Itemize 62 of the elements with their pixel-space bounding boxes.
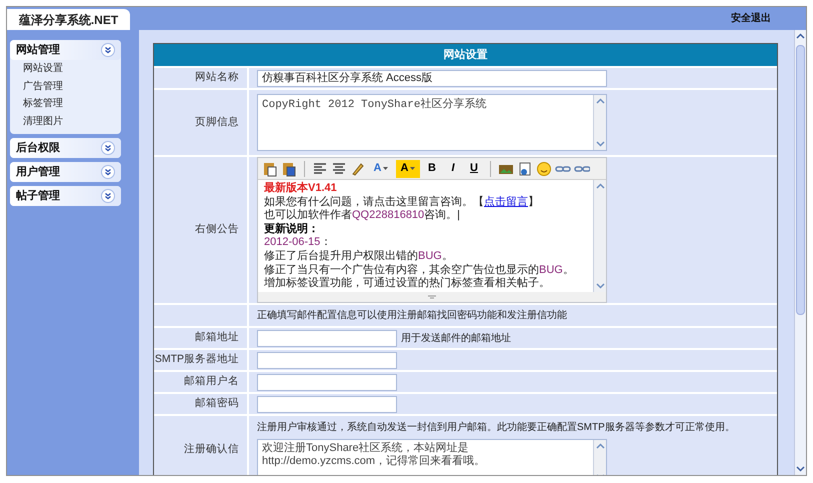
scrollbar[interactable] <box>593 95 606 150</box>
scroll-up-icon[interactable] <box>596 182 604 191</box>
rich-text-editor[interactable]: A A B I U 最新版本V1.41 如果您有什么问题，请点击这里留言咨询。【点击留言】 也可以加软件作者QQ228816810咨询。| 更新说明： 2012-06-15： 修正了后台提升用户权限出错的BUG。 修正了当只有一个广告位有内容，其余空广告位也显示的BUG。 增加标签设置功能，可通过设置的热门标签查看相关帖子。 <box>257 157 607 303</box>
editor-text-line: 增加标签设置功能，可通过设置的热门标签查看相关帖子。 <box>264 277 551 291</box>
scroll-up-icon[interactable] <box>596 442 604 451</box>
field-label: 邮箱地址 <box>195 330 239 346</box>
align-icon[interactable] <box>312 160 328 176</box>
field-label: 邮箱密码 <box>195 396 239 412</box>
logout-link[interactable]: 安全退出 <box>731 11 771 26</box>
caret-icon[interactable] <box>410 167 416 170</box>
field-label: 页脚信息 <box>195 114 239 130</box>
leave-message-link[interactable]: 点击留言 <box>484 196 528 208</box>
form-title: 网站设置 <box>154 44 777 66</box>
sidebar-item[interactable]: 网站设置 <box>10 60 121 78</box>
field-label: 邮箱用户名 <box>184 374 239 390</box>
field-label: 注册确认信 <box>184 442 239 458</box>
align-icon[interactable] <box>331 160 347 176</box>
scroll-thumb[interactable] <box>796 45 805 315</box>
smiley-icon[interactable] <box>536 160 552 176</box>
bold-button[interactable]: B <box>423 160 441 178</box>
sidebar-item[interactable]: 清理图片 <box>10 112 121 130</box>
document-icon[interactable] <box>517 160 533 176</box>
editor-text-line: 更新说明： <box>264 222 320 236</box>
note-text: 正确填写邮件配置信息可以使用注册邮箱找回密码功能和发注册信功能 <box>257 308 567 323</box>
sidebar-item[interactable]: 标签管理 <box>10 95 121 112</box>
editor-text-line: 最新版本V1.41 <box>264 182 338 196</box>
editor-text-line: 修正了当只有一个广告位有内容，其余空广告位也显示的BUG。 <box>264 264 575 276</box>
expand-icon[interactable] <box>101 165 115 179</box>
expand-icon[interactable] <box>101 43 115 57</box>
text-area[interactable]: CopyRight 2012 TonyShare社区分享系统 <box>257 94 607 151</box>
paste-icon[interactable] <box>281 160 297 176</box>
text-area[interactable]: 欢迎注册TonyShare社区系统，本站网址是http://demo.yzcms.com，记得常回来看看哦。 <box>257 439 607 475</box>
background-color-button[interactable]: A <box>396 160 420 178</box>
caret-icon[interactable] <box>383 167 388 170</box>
text-field[interactable] <box>257 396 397 412</box>
font-color-button[interactable]: A <box>369 160 393 178</box>
editor-text-line: 2012-06-15： <box>264 236 332 250</box>
text-field[interactable] <box>257 330 397 346</box>
note-text: 注册用户审核通过，系统自动发送一封信到用户邮箱。此功能要正确配置SMTP服务器等参数才可正常使用。 <box>257 420 735 435</box>
expand-icon[interactable] <box>101 189 115 203</box>
paste-icon[interactable] <box>262 160 278 176</box>
sidebar-item[interactable]: 广告管理 <box>10 78 121 95</box>
underline-button[interactable]: U <box>465 160 483 178</box>
scroll-up-icon[interactable] <box>796 32 805 41</box>
scrollbar[interactable] <box>593 440 606 475</box>
field-label: 网站名称 <box>195 70 239 86</box>
editor-text-line: 也可以加软件作者QQ228816810咨询。| <box>264 209 462 222</box>
page-scrollbar[interactable] <box>794 30 806 475</box>
text-field[interactable]: 仿糗事百科社区分享系统 Access版 <box>257 70 607 86</box>
text-field[interactable] <box>257 352 397 368</box>
editor-text-line: 修正了后台提升用户权限出错的BUG。 <box>264 250 454 264</box>
scrollbar[interactable] <box>593 180 606 292</box>
editor-text-line: 如果您有什么问题，请点击这里留言咨询。【点击留言】 <box>264 196 540 209</box>
brush-icon[interactable] <box>350 160 366 176</box>
field-label: SMTP服务器地址 <box>154 352 239 368</box>
resize-handle-icon[interactable] <box>427 294 437 300</box>
scroll-up-icon[interactable] <box>596 97 604 106</box>
field-label: 右侧公告 <box>195 222 239 238</box>
expand-icon[interactable] <box>101 141 115 155</box>
italic-button[interactable]: I <box>444 160 462 178</box>
text-field[interactable] <box>257 374 397 390</box>
hint-text: 用于发送邮件的邮箱地址 <box>401 332 511 346</box>
